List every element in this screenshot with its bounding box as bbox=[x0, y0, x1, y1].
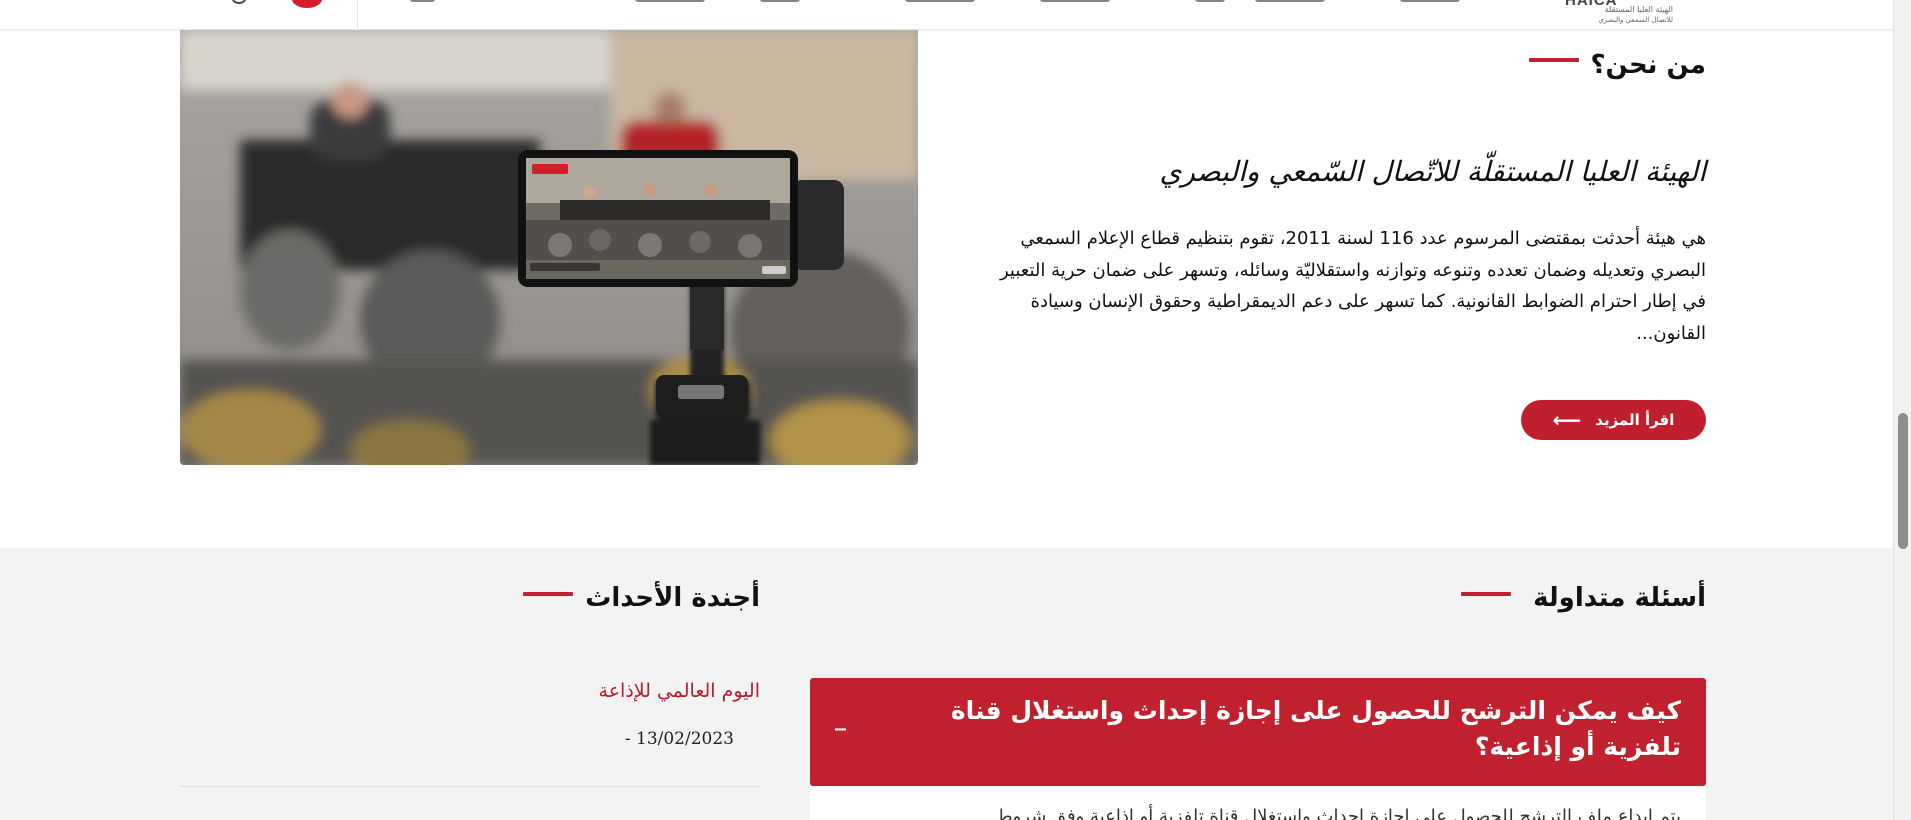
nav-item[interactable] bbox=[635, 0, 705, 2]
faq-answer-panel: يتم إيداع ملف الترشح للحصول على إجازة إح… bbox=[810, 786, 1706, 820]
faq-heading: أسئلة متداولة bbox=[1533, 583, 1706, 613]
top-navbar: HAICA الهيئة العليا المستقلة للاتصال الس… bbox=[0, 0, 1893, 30]
nav-item[interactable] bbox=[1195, 0, 1225, 2]
nav-item[interactable] bbox=[905, 0, 975, 2]
scrollbar-thumb[interactable] bbox=[1898, 413, 1908, 549]
nav-item[interactable] bbox=[1040, 0, 1110, 2]
faq-question: كيف يمكن الترشح للحصول على إجازة إحداث و… bbox=[950, 696, 1681, 762]
event-date: - 13/02/2023 bbox=[624, 729, 734, 749]
faq-question-header[interactable]: كيف يمكن الترشح للحصول على إجازة إحداث و… bbox=[810, 678, 1706, 786]
event-divider bbox=[180, 786, 760, 787]
nav-item[interactable] bbox=[1400, 0, 1460, 2]
about-heading: من نحن؟ bbox=[1590, 50, 1706, 80]
nav-item[interactable] bbox=[1255, 0, 1325, 2]
site-logo[interactable]: HAICA الهيئة العليا المستقلة للاتصال الس… bbox=[1563, 0, 1673, 28]
faq-answer: يتم إيداع ملف الترشح للحصول على إجازة إح… bbox=[995, 806, 1681, 820]
arrow-left-icon: ⟵ bbox=[1552, 408, 1582, 432]
notification-icon[interactable] bbox=[292, 0, 322, 8]
about-subtitle: الهيئة العليا المستقلّة للاتّصال السّمعي… bbox=[1159, 155, 1706, 188]
collapse-icon[interactable]: _ bbox=[835, 706, 846, 731]
read-more-label: اقرأ المزيد bbox=[1595, 411, 1675, 429]
nav-item[interactable] bbox=[760, 0, 800, 2]
about-photo bbox=[180, 30, 918, 465]
logo-line-1: الهيئة العليا المستقلة bbox=[1604, 5, 1673, 14]
event-title[interactable]: اليوم العالمي للإذاعة bbox=[470, 680, 760, 702]
navbar-divider bbox=[357, 0, 358, 29]
events-heading: أجندة الأحداث bbox=[585, 583, 760, 613]
events-heading-accent bbox=[523, 592, 573, 596]
about-body: هي هيئة أحدثت بمقتضى المرسوم عدد 116 لسن… bbox=[999, 228, 1706, 344]
logo-line-2: للاتصال السمعي والبصري bbox=[1598, 16, 1673, 24]
about-heading-accent bbox=[1529, 58, 1579, 62]
nav-item[interactable] bbox=[410, 0, 435, 2]
search-icon[interactable] bbox=[232, 0, 246, 4]
faq-heading-accent bbox=[1461, 592, 1511, 596]
read-more-button[interactable]: اقرأ المزيد ⟵ bbox=[1521, 400, 1706, 440]
scrollbar[interactable] bbox=[1893, 0, 1911, 820]
